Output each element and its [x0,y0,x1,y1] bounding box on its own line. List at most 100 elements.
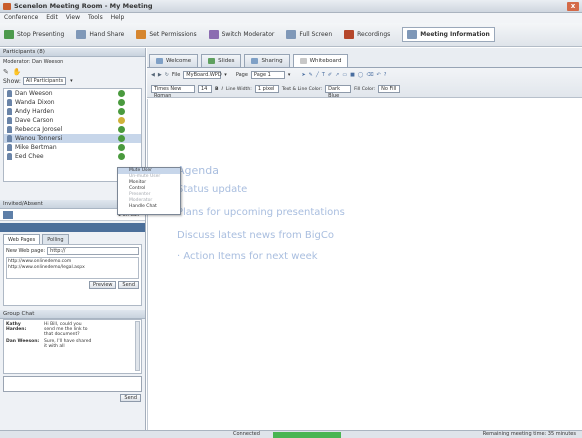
switch-moderator-label: Switch Moderator [221,31,275,38]
line-color-select[interactable]: Dark Blue [325,85,352,99]
hand-share-label: Hand Share [89,31,125,38]
close-button[interactable]: x [567,2,579,11]
participant-item[interactable]: Dan Weeson [4,89,141,98]
participant-item[interactable]: Wanda Dixon [4,98,141,107]
participant-item[interactable]: Mike Bertman [4,143,141,152]
recordings-button[interactable]: Recordings [344,30,390,39]
microphone-icon[interactable]: ✎ [3,68,9,76]
menu-tools[interactable]: Tools [88,14,103,21]
participant-item[interactable]: Dave Carson [4,116,141,125]
menu-conference[interactable]: Conference [4,14,38,21]
full-screen-button[interactable]: Full Screen [286,30,332,39]
line-width-select[interactable]: 1 pixel [254,85,279,93]
whiteboard-canvas[interactable]: Agenda Status update Plans for upcoming … [147,99,582,431]
participant-item[interactable]: Andy Harden [4,107,141,116]
chat-input[interactable] [3,376,142,392]
ellipse-icon[interactable]: ◯ [358,72,364,78]
show-filter: Show: All Participants ▾ [0,76,145,86]
tab-sharing[interactable]: Sharing [244,54,290,67]
bold-button[interactable]: B [215,87,219,92]
status-icon [118,144,125,151]
chat-scrollbar[interactable] [135,321,140,371]
welcome-icon [156,58,163,64]
menu-edit[interactable]: Edit [46,14,58,21]
invite-icon[interactable] [3,210,13,219]
eraser-icon[interactable]: ⌫ [366,72,373,78]
tab-web-pages[interactable]: Web Pages [3,234,41,244]
participant-name: Eed Chee [15,153,44,160]
undo-icon[interactable]: ↶ [376,72,380,78]
tab-welcome[interactable]: Welcome [149,54,199,67]
font-select[interactable]: Times New Roman [151,85,195,99]
main-area: Welcome Slides Sharing Whiteboard ◀ ▶ ↻ … [147,48,582,431]
connection-meter [273,432,341,438]
hand-raise-icon[interactable]: ✋ [13,68,22,76]
dropdown-chevron-icon[interactable]: ▾ [288,72,291,78]
agenda-item: · Action Items for next week [177,251,318,262]
hand-share-button[interactable]: Hand Share [76,30,124,39]
tab-label: Welcome [166,57,192,64]
dropdown-chevron-icon[interactable]: ▾ [70,78,73,84]
menu-view[interactable]: View [66,14,80,21]
agenda-title: Agenda [177,164,219,177]
agenda-item: Discuss latest news from BigCo [177,230,335,241]
menu-item-handle-chat[interactable]: Handle Chat [118,204,180,210]
participant-item[interactable]: Eed Chee [4,152,141,161]
tab-label: Slides [218,57,235,64]
help-icon[interactable]: ? [384,72,387,78]
url-item[interactable]: http://www.onlinedemo/legal.aspx [8,265,137,271]
web-page-input[interactable]: http:// [47,247,139,255]
back-arrow-icon[interactable]: ◀ [151,72,155,78]
person-icon [7,153,12,160]
status-icon [118,126,125,133]
chat-send-button[interactable]: Send [120,394,141,402]
meeting-information-button[interactable]: Meeting Information [402,27,495,42]
chat-sender: Dan Weeson: [6,339,40,344]
forward-arrow-icon[interactable]: ▶ [158,72,162,78]
status-icon [118,99,125,106]
page-select[interactable]: Page 1 [250,71,285,79]
stop-presenting-button[interactable]: Stop Presenting [4,30,64,39]
participant-item[interactable]: Rebecca Jorosel [4,125,141,134]
arrow-icon[interactable]: ↗ [335,72,339,78]
participant-name: Rebecca Jorosel [15,126,63,133]
preview-button[interactable]: Preview [89,281,117,289]
file-select[interactable]: MyBoard.WPD [183,71,222,79]
line-icon[interactable]: ╱ [316,72,319,78]
italic-button[interactable]: I [222,87,223,92]
participant-item-selected[interactable]: Wanou Tonnersi [4,134,141,143]
send-page-button[interactable]: Send [118,281,139,289]
refresh-icon[interactable]: ↻ [165,72,169,78]
fill-color-select[interactable]: No Fill [378,85,401,93]
show-select[interactable]: All Participants [22,77,67,85]
dropdown-chevron-icon[interactable]: ▾ [224,72,227,78]
person-icon [7,126,12,133]
text-icon[interactable]: T [322,72,325,78]
whiteboard-icon [299,58,307,64]
participant-name: Dave Carson [15,117,54,124]
person-icon [7,117,12,124]
status-icon [118,108,125,115]
filled-rectangle-icon[interactable]: ■ [350,72,355,78]
person-icon [7,144,12,151]
pointer-icon[interactable]: ➤ [301,72,305,78]
line-width-label: Line Width: [225,86,252,92]
url-list: http://www.onlinedemo.com http://www.onl… [6,257,139,279]
switch-icon [208,30,219,39]
pencil-icon[interactable]: ✎ [309,72,313,78]
agenda-item: Status update [177,184,248,195]
font-size-select[interactable]: 14 [198,85,212,93]
tab-whiteboard[interactable]: Whiteboard [292,54,349,67]
left-panel: Participants (8) Moderator: Dan Weeson ✎… [0,48,146,430]
main-tabs: Welcome Slides Sharing Whiteboard [149,54,349,67]
tab-slides[interactable]: Slides [201,54,242,67]
main-toolbar: Stop Presenting Hand Share Set Permissio… [0,23,582,47]
whiteboard-toolbar: ◀ ▶ ↻ File MyBoard.WPD ▾ Page Page 1 ▾ ➤… [147,68,582,99]
menu-help[interactable]: Help [111,14,125,21]
rectangle-icon[interactable]: ▭ [342,72,347,78]
tab-polling[interactable]: Polling [42,234,69,244]
switch-moderator-button[interactable]: Switch Moderator [208,30,275,39]
set-permissions-button[interactable]: Set Permissions [136,30,197,39]
highlighter-icon[interactable]: ✐ [328,72,332,78]
meeting-information-label: Meeting Information [420,31,490,38]
